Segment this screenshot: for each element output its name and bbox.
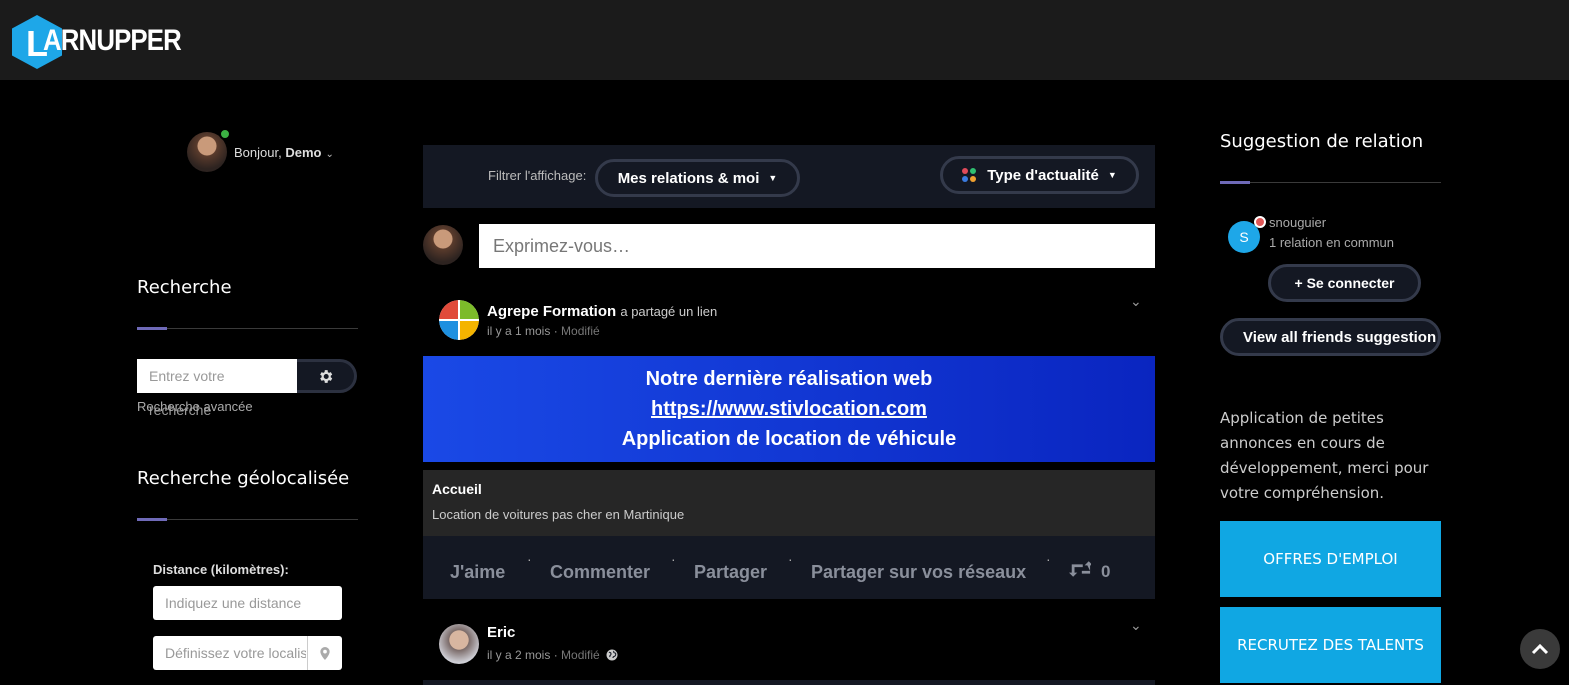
search-divider	[137, 327, 358, 330]
geo-divider	[137, 518, 358, 521]
distance-field[interactable]: Indiquez une distance	[153, 586, 342, 620]
relations-filter-dropdown[interactable]: Mes relations & moi ▼	[595, 159, 800, 197]
scroll-to-top-button[interactable]	[1520, 629, 1560, 669]
link-preview-card[interactable]: Accueil Location de voitures pas cher en…	[423, 470, 1155, 536]
repost-count: 0	[1101, 562, 1111, 581]
suggestions-title: Suggestion de relation	[1220, 131, 1424, 152]
agrepe-avatar[interactable]	[439, 300, 479, 340]
chevron-down-icon: ⌄	[325, 148, 334, 160]
user-name: Demo	[285, 144, 322, 160]
gear-icon	[320, 369, 333, 383]
action-separator: ·	[1046, 551, 1051, 567]
post-composer-input[interactable]: Exprimez-vous…	[479, 224, 1155, 268]
comment-button[interactable]: Commenter	[550, 562, 650, 583]
repost-icon[interactable]	[1069, 560, 1093, 584]
distance-label: Distance (kilomètres):	[153, 562, 289, 577]
online-status-icon	[219, 128, 231, 140]
job-offers-button[interactable]: OFFRES D'EMPLOI	[1220, 521, 1441, 597]
suggestions-divider	[1220, 181, 1441, 184]
post-actions-bar	[423, 536, 1155, 599]
post2-modified: Modifié	[561, 648, 600, 662]
post-author[interactable]: Agrepe Formation a partagé un lien	[487, 303, 717, 320]
chevron-up-icon	[1531, 643, 1549, 655]
relations-filter-value: Mes relations & moi	[617, 169, 760, 187]
user-greeting[interactable]: Bonjour, Demo ⌄	[234, 145, 334, 160]
user-avatar[interactable]	[187, 128, 231, 172]
caret-down-icon: ▼	[1107, 170, 1117, 180]
suggestion-common-relations: 1 relation en commun	[1269, 235, 1395, 250]
location-field[interactable]: Définissez votre localisation	[153, 636, 342, 670]
connect-button[interactable]: + Se connecter	[1268, 264, 1421, 302]
like-button[interactable]: J'aime	[450, 562, 505, 583]
composer-avatar	[423, 225, 463, 265]
map-pin-icon[interactable]	[307, 636, 342, 670]
recruit-talents-button[interactable]: RECRUTEZ DES TALENTS	[1220, 607, 1441, 683]
eric-avatar[interactable]	[439, 624, 479, 664]
learnupper-logo[interactable]: L ARNUPPER	[10, 14, 200, 70]
post-meta: il y a 1 mois · Modifié	[487, 324, 600, 338]
banner-link[interactable]: https://www.stivlocation.com	[423, 394, 1155, 424]
post2-time: il y a 2 mois	[487, 648, 551, 662]
news-type-value: Type d'actualité	[987, 166, 1099, 184]
banner-line-1: Notre dernière réalisation web	[645, 368, 933, 390]
share-button[interactable]: Partager	[694, 562, 767, 583]
post2-author[interactable]: Eric	[487, 624, 515, 641]
filter-label: Filtrer l'affichage:	[488, 168, 587, 183]
distance-placeholder: Indiquez une distance	[165, 595, 302, 611]
location-placeholder: Définissez votre localisation	[165, 645, 306, 661]
view-all-suggestions-button[interactable]: View all friends suggestion	[1220, 318, 1441, 356]
post-action: a partagé un lien	[620, 304, 718, 319]
search-title: Recherche	[137, 277, 232, 298]
link-preview-title: Accueil	[432, 481, 482, 497]
logo-wordmark: ARNUPPER	[43, 24, 182, 57]
post-author-name[interactable]: Agrepe Formation	[487, 303, 616, 320]
news-type-dropdown[interactable]: Type d'actualité ▼	[940, 156, 1139, 194]
post2-meta: il y a 2 mois · Modifié	[487, 648, 618, 664]
caret-down-icon: ▼	[768, 173, 778, 183]
post-options-chevron-icon[interactable]: ⌄	[1130, 293, 1142, 310]
search-settings-button[interactable]	[297, 359, 357, 393]
greeting-prefix: Bonjour,	[234, 144, 286, 160]
user-menu[interactable]: Bonjour, Demo ⌄	[187, 128, 334, 172]
advanced-search-link[interactable]: Recherche avancée	[137, 399, 253, 414]
action-separator: ·	[527, 551, 532, 567]
color-dots-icon	[962, 168, 977, 182]
offline-status-icon	[1254, 216, 1266, 228]
geo-search-title: Recherche géolocalisée	[137, 468, 350, 489]
action-separator: ·	[671, 551, 676, 567]
banner-line-3: Application de location de véhicule	[621, 428, 957, 450]
globe-icon	[606, 649, 618, 664]
post-banner-image[interactable]: Notre dernière réalisation web https://w…	[423, 356, 1155, 462]
dev-notice: Application de petites annonces en cours…	[1220, 409, 1429, 502]
composer-placeholder: Exprimez-vous…	[493, 235, 631, 256]
link-preview-description: Location de voitures pas cher en Martini…	[432, 507, 685, 522]
post-modified: Modifié	[561, 324, 600, 338]
post2-content-edge	[423, 680, 1155, 685]
suggestion-initial: S	[1239, 229, 1249, 245]
post2-options-chevron-icon[interactable]: ⌄	[1130, 617, 1142, 634]
action-separator: ·	[788, 551, 793, 567]
search-input[interactable]: Entrez votre recherche	[137, 359, 297, 418]
suggestion-name[interactable]: snouguier	[1269, 215, 1326, 230]
post-time: il y a 1 mois	[487, 324, 551, 338]
top-navbar: L ARNUPPER	[0, 0, 1569, 80]
share-networks-button[interactable]: Partager sur vos réseaux	[811, 562, 1026, 583]
